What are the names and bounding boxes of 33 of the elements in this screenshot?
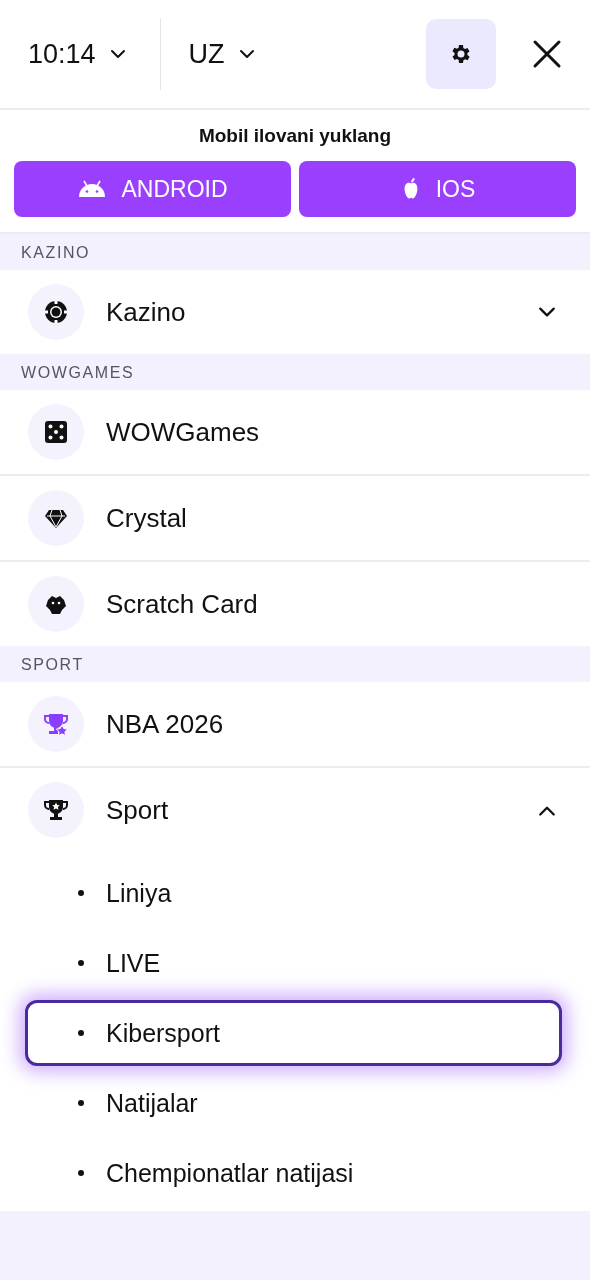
section-heading: KAZINO xyxy=(0,234,590,270)
submenu-item[interactable]: Natijalar xyxy=(25,1070,562,1136)
menu-item[interactable]: Sport xyxy=(0,766,590,852)
language-dropdown[interactable]: UZ xyxy=(188,29,255,79)
settings-button[interactable] xyxy=(426,19,496,89)
section-heading: SPORT xyxy=(0,646,590,682)
menu-item[interactable]: NBA 2026 xyxy=(0,682,590,766)
trophy-icon xyxy=(44,712,68,736)
bullet-icon xyxy=(78,890,84,896)
trophy-icon xyxy=(44,798,68,822)
android-icon xyxy=(77,179,108,199)
download-title: Mobil ilovani yuklang xyxy=(197,125,393,147)
chevron-down-icon xyxy=(238,47,255,61)
menu-item[interactable]: WOWGames xyxy=(0,390,590,474)
close-button[interactable] xyxy=(532,39,562,69)
ios-download-button[interactable]: IOS xyxy=(299,161,576,217)
bullet-icon xyxy=(78,1170,84,1176)
android-download-button[interactable]: ANDROID xyxy=(14,161,291,217)
submenu-item[interactable]: Chempionatlar natijasi xyxy=(25,1140,562,1206)
submenu-item[interactable]: Kibersport xyxy=(25,1000,562,1066)
section-heading: WOWGAMES xyxy=(0,354,590,390)
chip-icon xyxy=(44,300,68,324)
submenu-item[interactable]: LIVE xyxy=(25,930,562,996)
bullet-icon xyxy=(78,960,84,966)
close-icon xyxy=(532,39,562,69)
bullet-icon xyxy=(78,1030,84,1036)
menu-item[interactable]: Crystal xyxy=(0,474,590,560)
menu-item[interactable]: Kazino xyxy=(0,270,590,354)
chevron-down-icon xyxy=(109,47,126,61)
submenu-item[interactable]: Liniya xyxy=(25,860,562,926)
bullet-icon xyxy=(78,1100,84,1106)
dice-icon xyxy=(44,420,68,444)
time-dropdown[interactable]: 10:14 xyxy=(28,29,126,79)
